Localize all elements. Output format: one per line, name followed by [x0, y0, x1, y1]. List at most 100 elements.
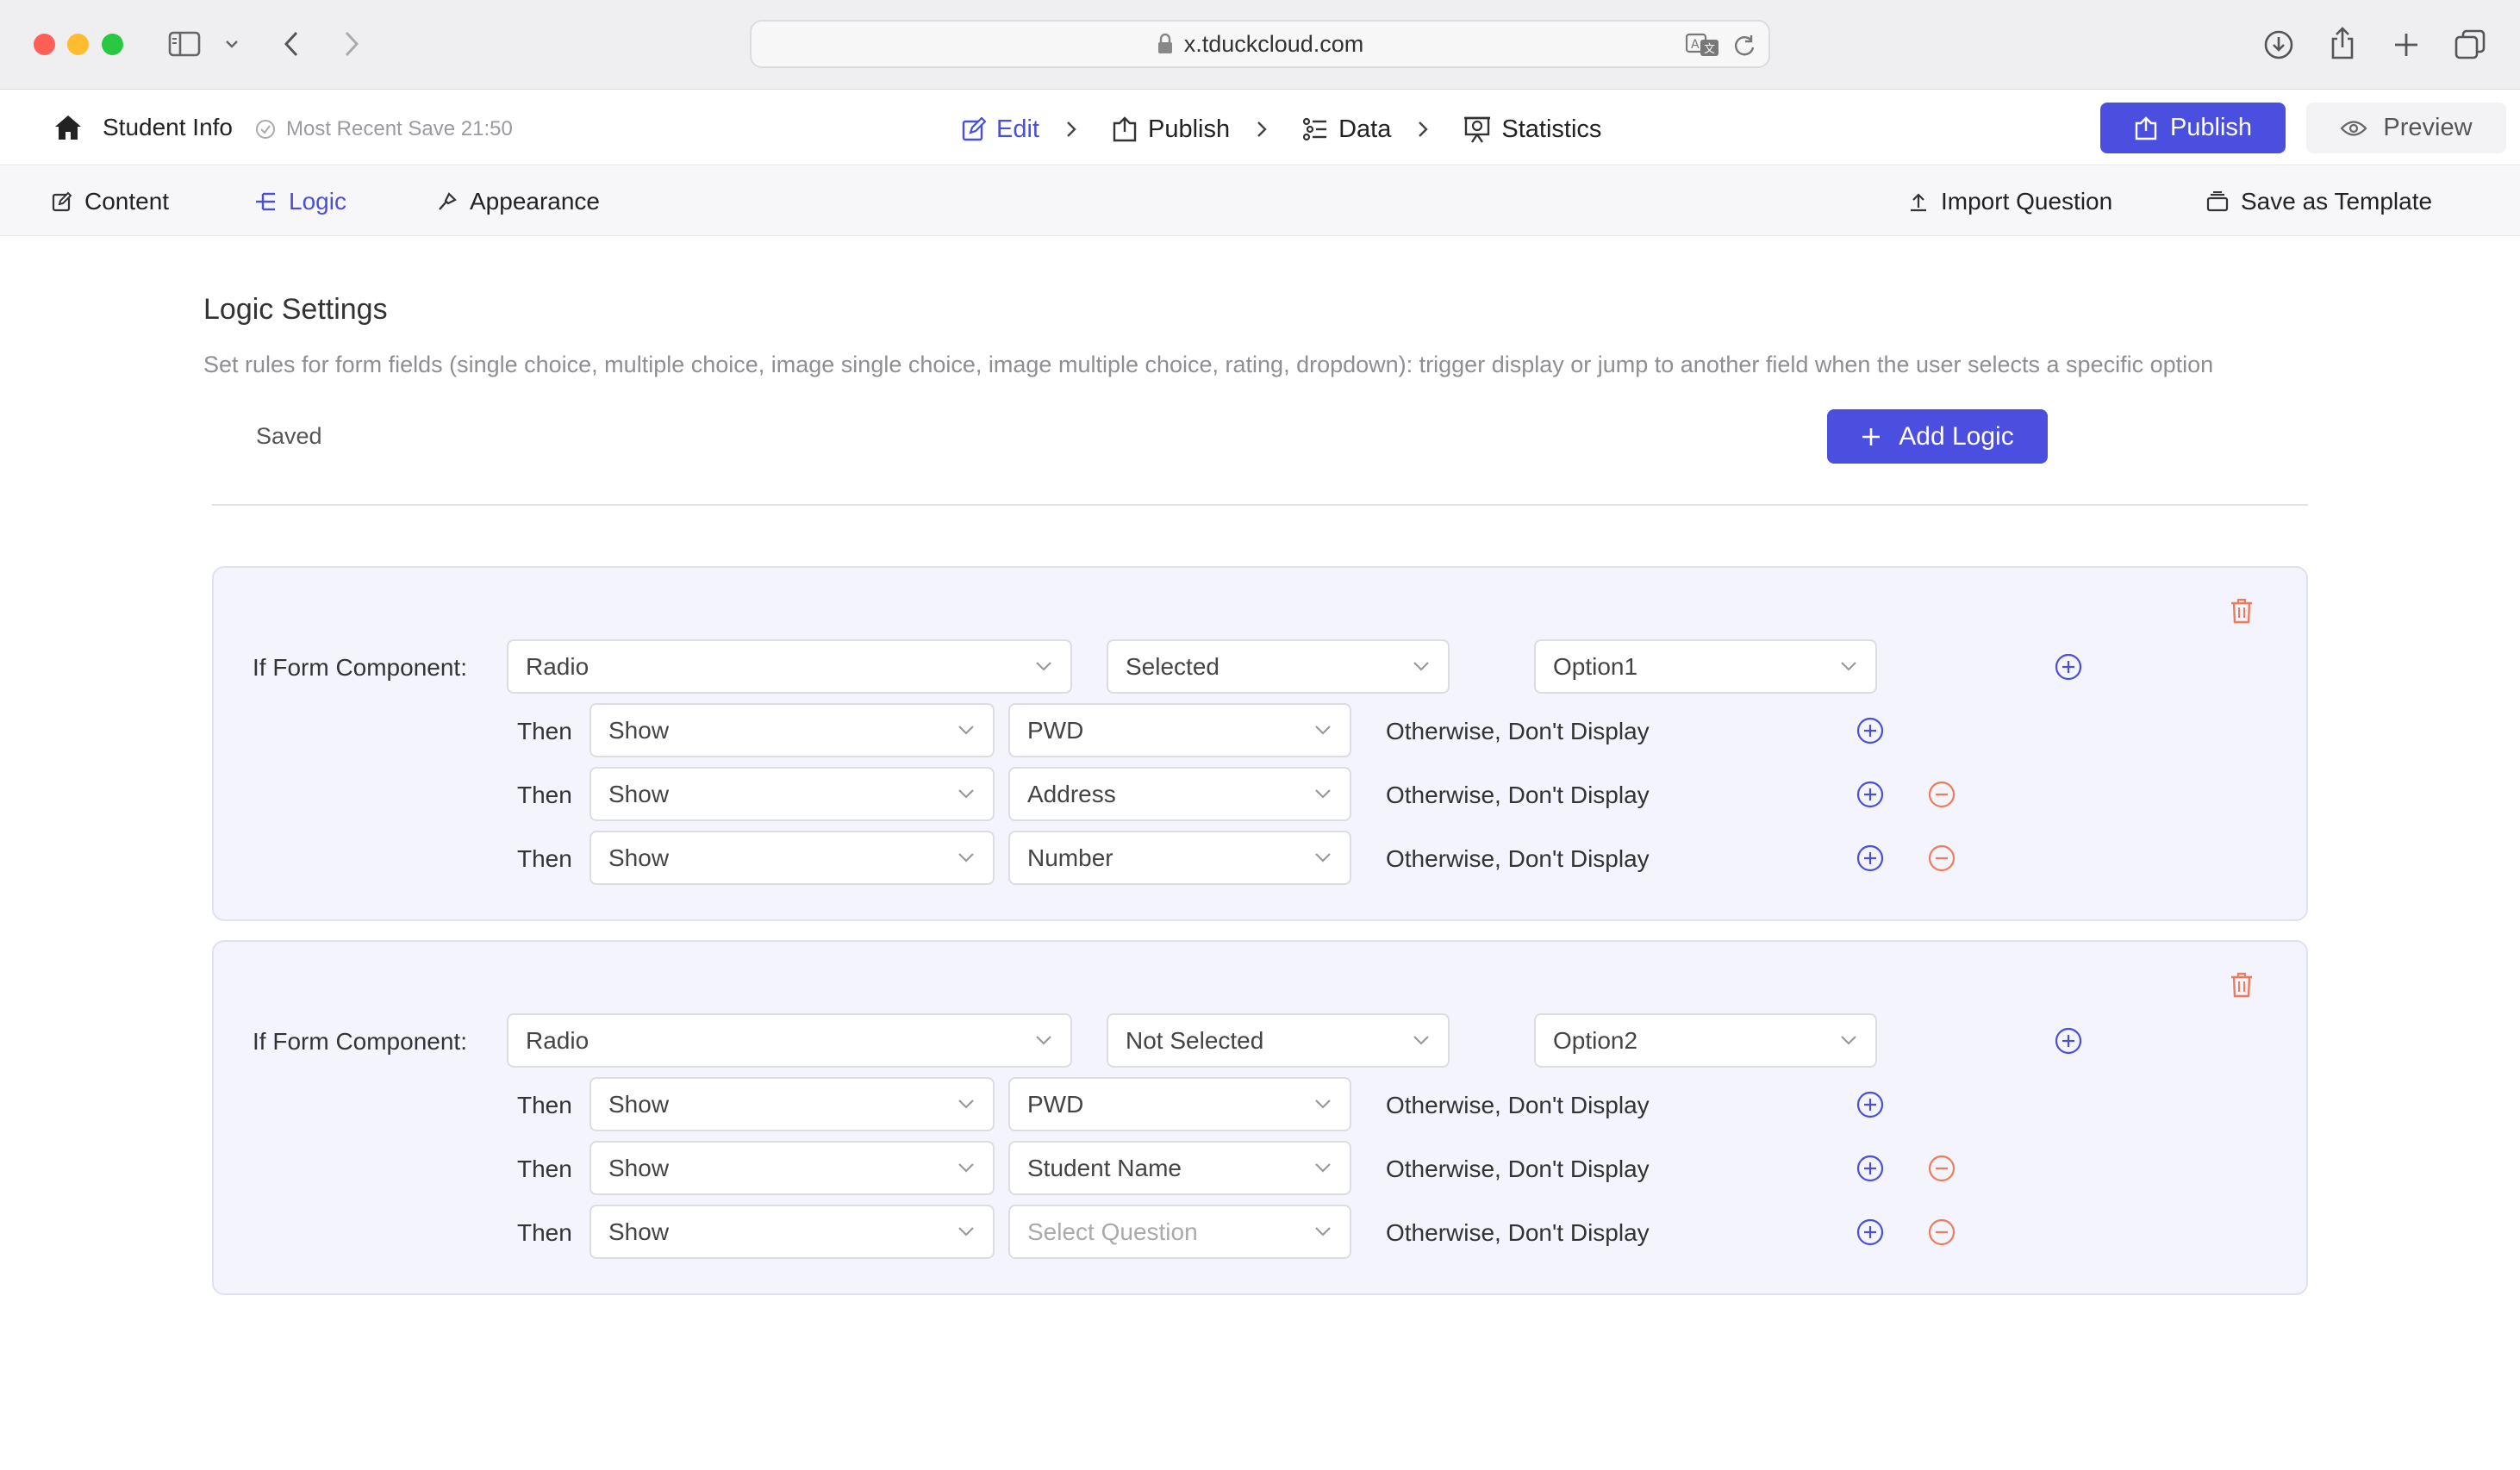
address-bar[interactable]: x.tduckcloud.com A文 — [750, 20, 1770, 68]
step-label: Edit — [996, 115, 1039, 143]
add-action-icon[interactable] — [1856, 1091, 1884, 1118]
select-value: Show — [608, 1154, 670, 1181]
chevron-down-icon — [1313, 851, 1332, 863]
target-question-select[interactable]: Number — [1008, 831, 1351, 885]
select-value: Option2 — [1553, 1026, 1638, 1054]
chevron-down-icon — [957, 851, 976, 863]
lock-icon — [1157, 33, 1174, 55]
target-question-select[interactable]: Select Question — [1008, 1205, 1351, 1259]
tab-logic[interactable]: Logic — [254, 166, 346, 236]
chevron-down-icon[interactable] — [222, 34, 241, 53]
target-question-select[interactable]: PWD — [1008, 1077, 1351, 1131]
new-tab-icon[interactable] — [2389, 28, 2423, 62]
condition-select[interactable]: Selected — [1107, 639, 1450, 694]
remove-action-icon[interactable] — [1928, 1155, 1955, 1182]
chevron-right-icon — [1256, 120, 1268, 139]
condition-select[interactable]: Not Selected — [1107, 1013, 1450, 1068]
target-question-select[interactable]: Student Name — [1008, 1141, 1351, 1195]
downloads-icon[interactable] — [2261, 28, 2296, 62]
step-label: Statistics — [1501, 115, 1602, 143]
step-publish[interactable]: Publish — [1112, 115, 1230, 144]
publish-button[interactable]: Publish — [2100, 103, 2286, 153]
chevron-down-icon — [1034, 660, 1053, 672]
import-question-label: Import Question — [1941, 187, 2113, 215]
chevron-down-icon — [1313, 788, 1332, 800]
target-question-select[interactable]: PWD — [1008, 703, 1351, 757]
workflow-steps: Edit Publish Data Statistics — [962, 110, 1601, 148]
chevron-down-icon — [1412, 660, 1431, 672]
action-select[interactable]: Show — [589, 1205, 995, 1259]
action-select[interactable]: Show — [589, 1077, 995, 1131]
sidebar-toggle-icon[interactable] — [165, 28, 203, 59]
if-component-label: If Form Component: — [253, 654, 467, 681]
chevron-down-icon — [957, 1225, 976, 1237]
add-action-icon[interactable] — [1856, 1218, 1884, 1246]
action-select[interactable]: Show — [589, 703, 995, 757]
add-condition-icon[interactable] — [2055, 1027, 2082, 1055]
option-select[interactable]: Option2 — [1534, 1013, 1877, 1068]
home-icon[interactable] — [53, 114, 83, 141]
chevron-down-icon — [1839, 1034, 1858, 1046]
add-condition-icon[interactable] — [2055, 653, 2082, 681]
then-label: Then — [517, 1092, 572, 1118]
remove-action-icon[interactable] — [1928, 844, 1955, 872]
import-question-button[interactable]: Import Question — [1908, 166, 2112, 236]
add-action-icon[interactable] — [1856, 844, 1884, 872]
zoom-window-button[interactable] — [102, 34, 123, 55]
chevron-right-icon — [1065, 120, 1077, 139]
template-box-icon — [2206, 190, 2229, 212]
delete-rule-icon[interactable] — [2229, 597, 2255, 625]
tab-label: Logic — [289, 187, 346, 215]
then-label: Then — [517, 1155, 572, 1182]
minimize-window-button[interactable] — [67, 34, 89, 55]
close-window-button[interactable] — [34, 34, 55, 55]
back-icon[interactable] — [278, 28, 305, 60]
if-component-label: If Form Component: — [253, 1028, 467, 1055]
select-value: Show — [608, 1218, 670, 1245]
otherwise-label: Otherwise, Don't Display — [1386, 718, 1650, 744]
publish-button-label: Publish — [2169, 114, 2253, 141]
tab-label: Content — [84, 187, 170, 215]
add-action-icon[interactable] — [1856, 717, 1884, 744]
select-value: Show — [608, 844, 670, 871]
share-icon[interactable] — [2325, 24, 2360, 62]
option-select[interactable]: Option1 — [1534, 639, 1877, 694]
select-value: Student Name — [1027, 1154, 1182, 1181]
divider — [212, 504, 2308, 506]
step-data[interactable]: Data — [1302, 115, 1391, 144]
add-action-icon[interactable] — [1856, 1155, 1884, 1182]
target-question-select[interactable]: Address — [1008, 767, 1351, 821]
select-value: PWD — [1027, 716, 1084, 744]
add-action-icon[interactable] — [1856, 781, 1884, 808]
reload-icon[interactable] — [1732, 34, 1756, 58]
step-edit[interactable]: Edit — [962, 115, 1039, 144]
tab-overview-icon[interactable] — [2453, 28, 2487, 62]
otherwise-label: Otherwise, Don't Display — [1386, 782, 1650, 808]
action-select[interactable]: Show — [589, 831, 995, 885]
remove-action-icon[interactable] — [1928, 1218, 1955, 1246]
component-select[interactable]: Radio — [507, 639, 1072, 694]
preview-button[interactable]: Preview — [2306, 103, 2506, 153]
page-title: Logic Settings — [203, 293, 388, 326]
forward-icon[interactable] — [338, 28, 365, 60]
tab-appearance[interactable]: Appearance — [437, 166, 600, 236]
step-statistics[interactable]: Statistics — [1463, 115, 1601, 144]
save-as-template-button[interactable]: Save as Template — [2206, 166, 2432, 236]
brush-icon — [437, 191, 458, 212]
action-select[interactable]: Show — [589, 1141, 995, 1195]
chevron-down-icon — [957, 1098, 976, 1110]
delete-rule-icon[interactable] — [2229, 971, 2255, 999]
translate-icon[interactable]: A文 — [1686, 32, 1720, 58]
chevron-down-icon — [1412, 1034, 1431, 1046]
chevron-down-icon — [1313, 1162, 1332, 1174]
remove-action-icon[interactable] — [1928, 781, 1955, 808]
chevron-down-icon — [1313, 1225, 1332, 1237]
add-logic-button[interactable]: Add Logic — [1827, 409, 2048, 464]
chevron-down-icon — [957, 724, 976, 736]
then-label: Then — [517, 718, 572, 744]
chevron-down-icon — [1313, 724, 1332, 736]
action-select[interactable]: Show — [589, 767, 995, 821]
logic-rule-card: If Form Component: Radio Selected Option… — [212, 566, 2308, 921]
component-select[interactable]: Radio — [507, 1013, 1072, 1068]
tab-content[interactable]: Content — [52, 166, 169, 236]
